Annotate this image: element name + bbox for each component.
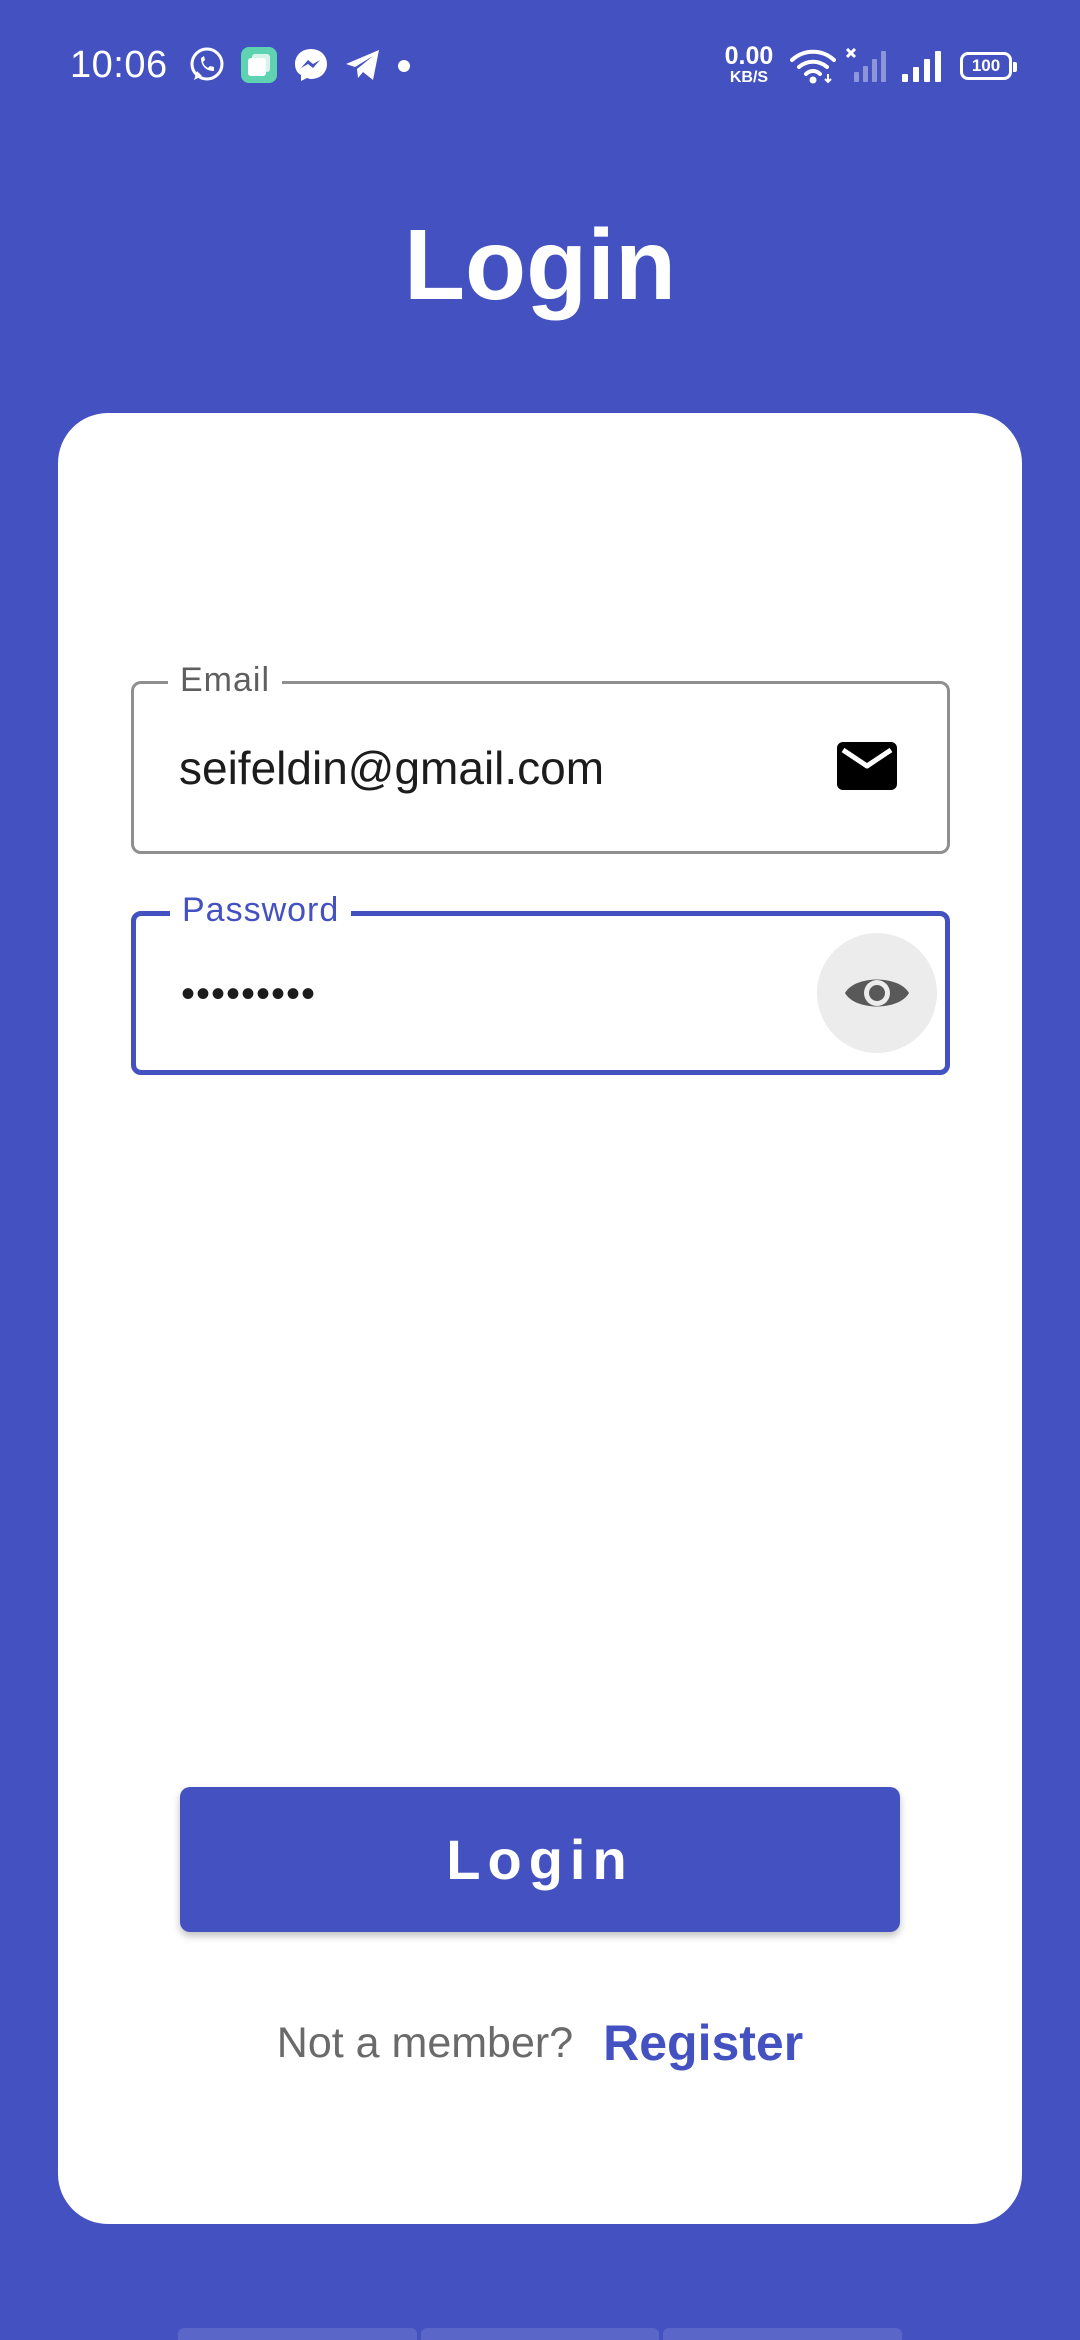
password-input[interactable]: ••••••••• — [181, 968, 316, 1020]
network-speed: 0.00 KB/S — [720, 44, 778, 86]
whatsapp-icon — [190, 47, 224, 81]
toggle-password-visibility-button[interactable] — [817, 933, 937, 1053]
bottom-hint-segment — [178, 2328, 417, 2340]
register-row: Not a member? Register — [58, 2013, 1022, 2073]
register-link[interactable]: Register — [603, 2015, 803, 2071]
status-time: 10:06 — [70, 44, 168, 86]
wifi-icon — [790, 49, 836, 84]
battery-icon: 100 — [960, 52, 1017, 80]
bottom-hint-segment — [420, 2328, 660, 2340]
email-input[interactable]: seifeldin@gmail.com — [179, 740, 604, 796]
register-prompt: Not a member? — [276, 2019, 574, 2067]
eye-icon — [845, 979, 909, 1007]
login-card: Email seifeldin@gmail.com Password •••••… — [58, 413, 1022, 2224]
signal-no-service-icon — [846, 48, 886, 82]
login-screen: 10:06 0.00 KB/S 100 Login Email seifeldi… — [0, 0, 1080, 2340]
email-field[interactable]: Email seifeldin@gmail.com — [131, 660, 950, 854]
dot-icon — [398, 60, 410, 72]
messenger-icon — [295, 49, 327, 81]
network-speed-unit: KB/S — [729, 69, 769, 86]
app-icon — [241, 47, 277, 83]
page-title: Login — [403, 209, 677, 321]
password-field[interactable]: Password ••••••••• — [131, 890, 950, 1075]
bottom-hint-strip — [178, 2328, 903, 2340]
login-button[interactable]: Login — [180, 1787, 900, 1932]
mail-icon — [837, 742, 897, 790]
email-label: Email — [168, 660, 283, 700]
telegram-icon — [346, 50, 379, 80]
bottom-hint-segment — [663, 2328, 903, 2340]
signal-icon — [902, 51, 941, 82]
password-label: Password — [170, 890, 352, 930]
status-bar: 10:06 0.00 KB/S 100 — [0, 0, 1080, 130]
network-speed-value: 0.00 — [724, 42, 774, 70]
